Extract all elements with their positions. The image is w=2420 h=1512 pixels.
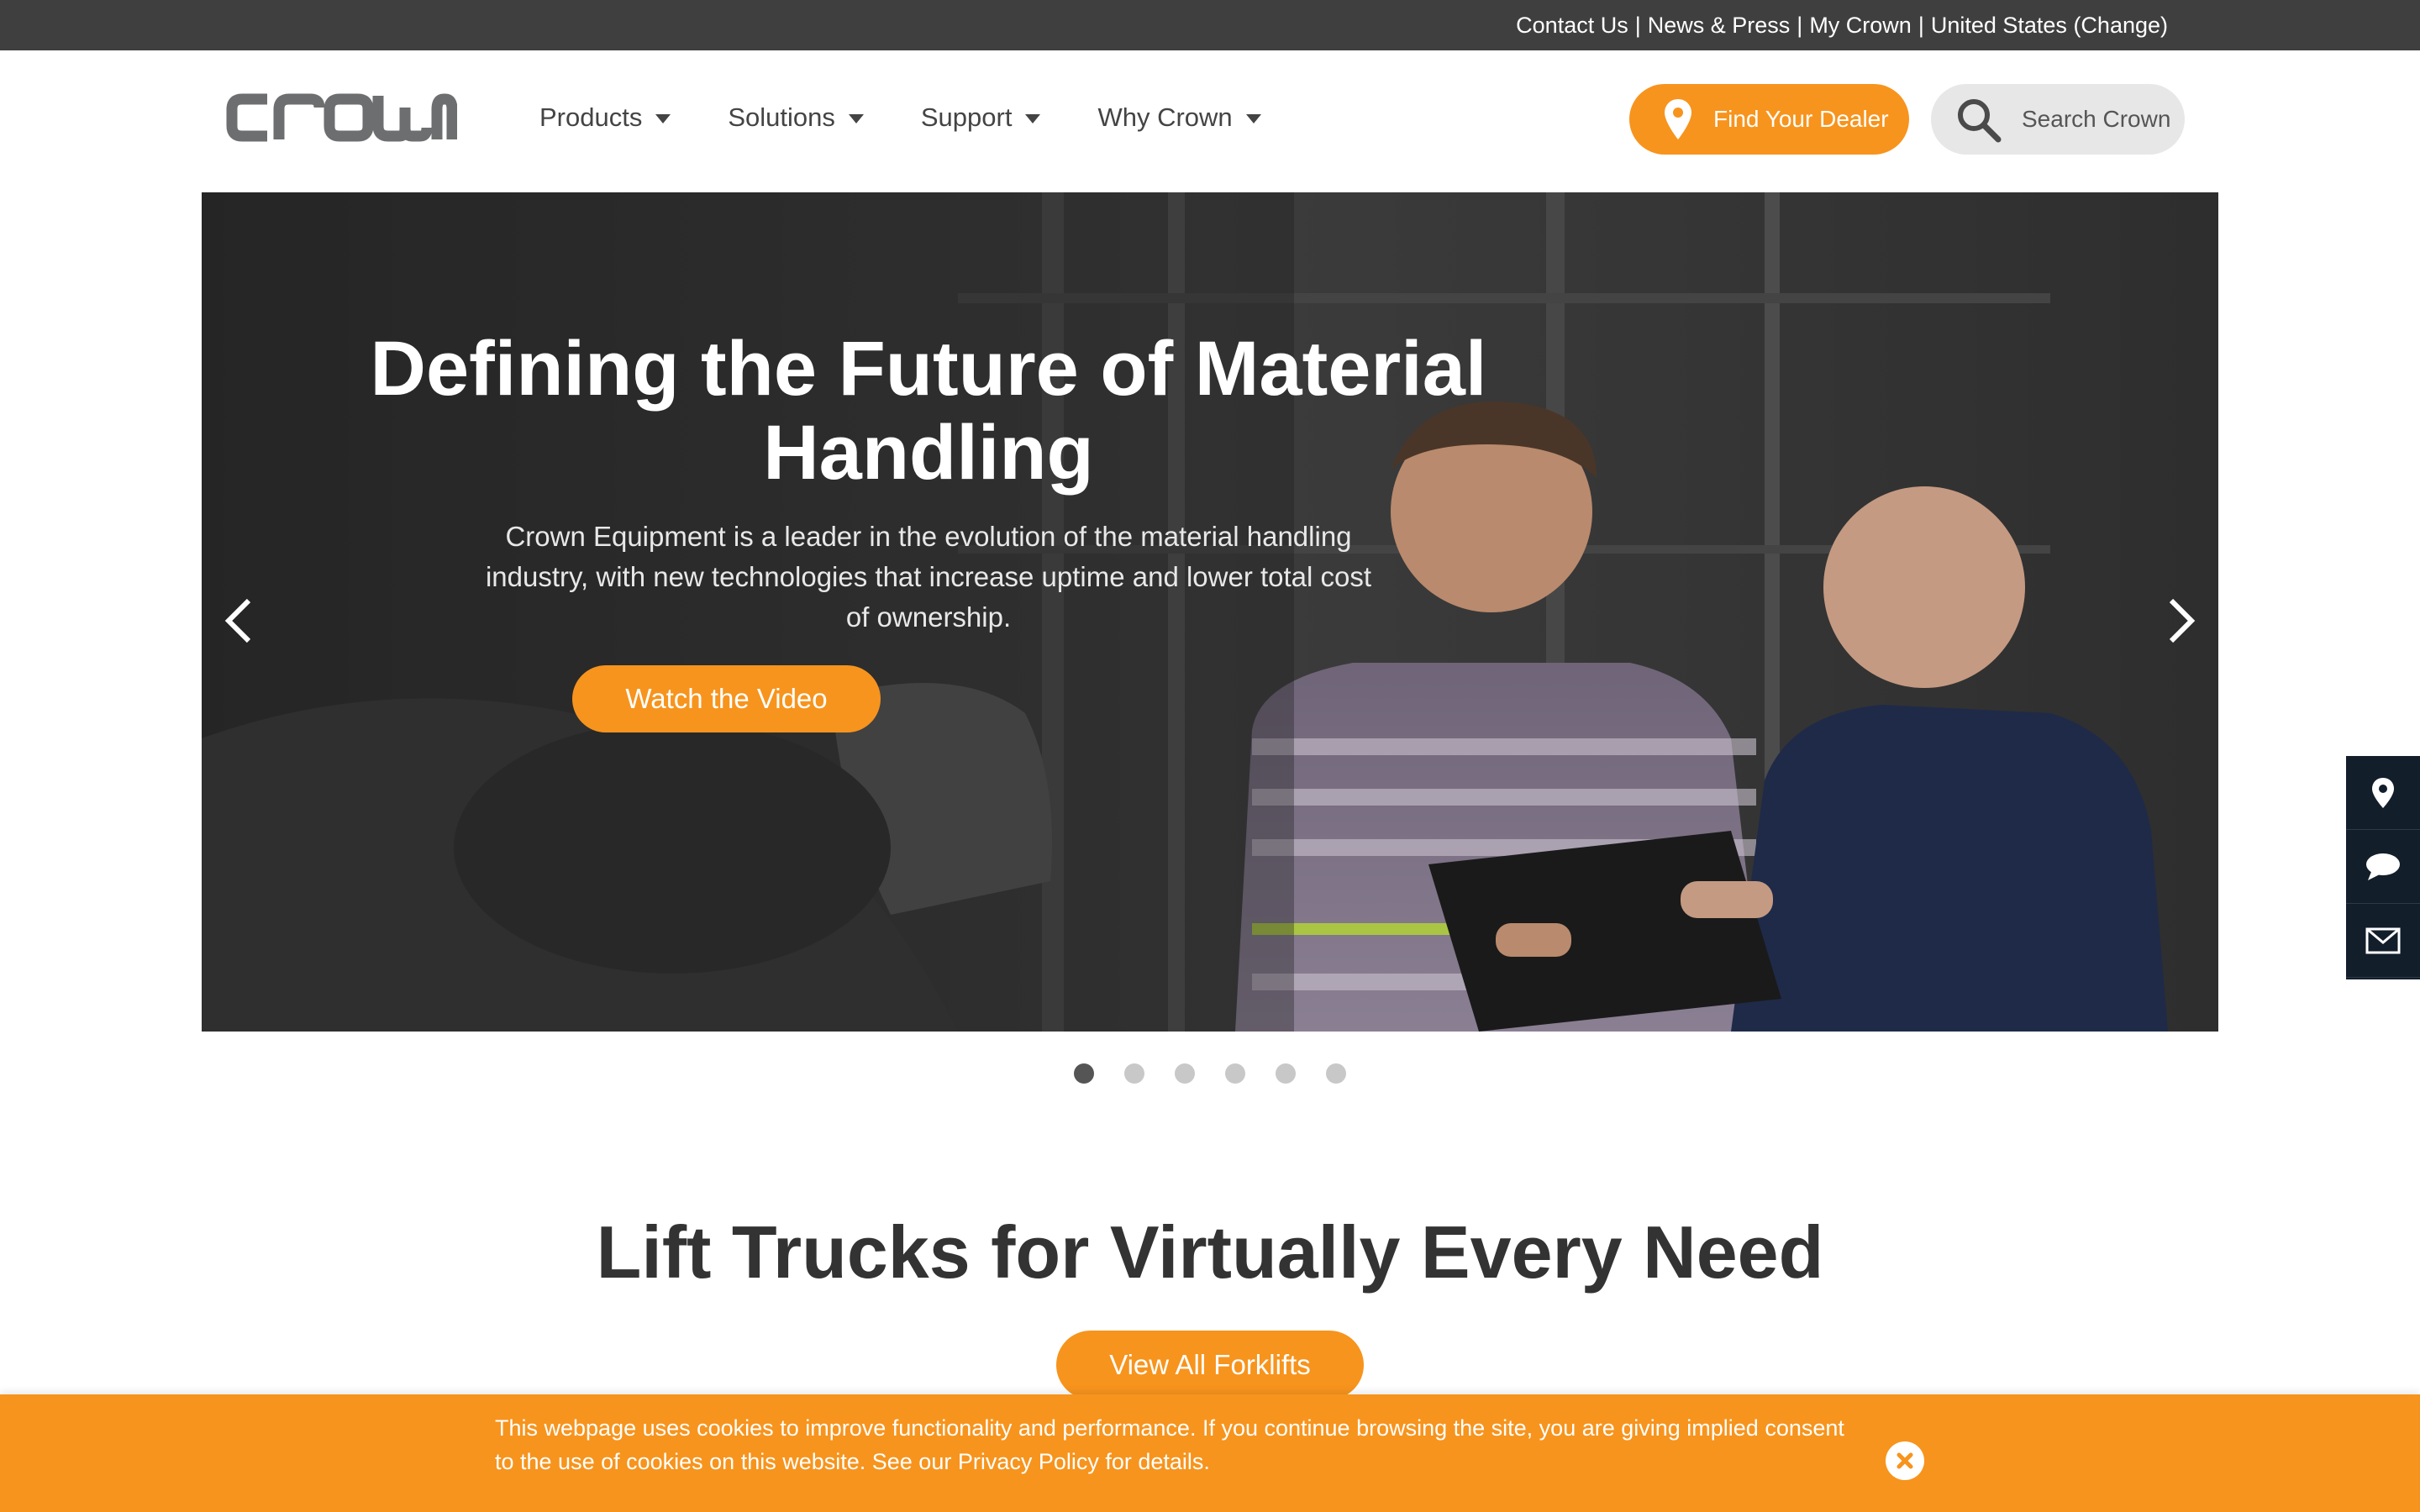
side-toolbar — [2346, 756, 2420, 979]
country-change-link[interactable]: United States (Change) — [1931, 13, 2168, 39]
cookie-message: This webpage uses cookies to improve fun… — [495, 1415, 1844, 1474]
nav-products-label: Products — [539, 102, 643, 132]
carousel-dot-4[interactable] — [1225, 1063, 1245, 1084]
close-icon — [1897, 1452, 1913, 1469]
nav-solutions-label: Solutions — [728, 102, 835, 132]
hero-description: Crown Equipment is a leader in the evolu… — [485, 521, 1372, 633]
search-button[interactable]: Search Crown — [1931, 84, 2185, 155]
carousel-next-arrow[interactable] — [2156, 587, 2207, 654]
nav-solutions[interactable]: Solutions — [728, 102, 864, 133]
carousel-dot-2[interactable] — [1124, 1063, 1144, 1084]
my-crown-link[interactable]: My Crown — [1809, 13, 1912, 39]
news-press-link[interactable]: News & Press — [1648, 13, 1791, 39]
caret-down-icon — [848, 114, 864, 123]
search-icon — [1954, 96, 2002, 143]
watch-video-button[interactable]: Watch the Video — [572, 665, 881, 732]
crown-logo[interactable] — [225, 87, 458, 148]
site-header: Products Solutions Support Why Crown Fin… — [0, 50, 2420, 193]
caret-down-icon — [1245, 114, 1261, 123]
side-location-button[interactable] — [2346, 756, 2420, 830]
envelope-icon — [2365, 927, 2401, 953]
utility-links: Contact Us | News & Press | My Crown | U… — [1516, 0, 2168, 50]
caret-down-icon — [655, 114, 671, 123]
hero-title: Defining the Future of Material Handling — [370, 326, 1487, 496]
main-nav: Products Solutions Support Why Crown — [539, 50, 1318, 185]
chevron-right-icon — [2169, 598, 2196, 643]
separator: | — [1918, 12, 1924, 38]
carousel-dot-3[interactable] — [1175, 1063, 1195, 1084]
chevron-left-icon — [224, 598, 251, 643]
section-title: Lift Trucks for Virtually Every Need — [596, 1210, 1824, 1294]
location-pin-icon — [2372, 777, 2394, 808]
cookie-banner: This webpage uses cookies to improve fun… — [0, 1394, 2420, 1512]
cookie-close-button[interactable] — [1886, 1441, 1924, 1480]
side-chat-button[interactable] — [2346, 830, 2420, 904]
carousel-prev-arrow[interactable] — [213, 587, 264, 654]
carousel-pagination — [1074, 1063, 1376, 1084]
hero-content: Defining the Future of Material Handling… — [252, 327, 1605, 638]
location-pin-icon — [1661, 97, 1695, 141]
find-dealer-label: Find Your Dealer — [1713, 106, 1889, 132]
nav-products[interactable]: Products — [539, 102, 671, 133]
nav-support[interactable]: Support — [921, 102, 1041, 133]
chat-bubble-icon — [2366, 853, 2400, 880]
carousel-dot-1[interactable] — [1074, 1063, 1094, 1084]
separator: | — [1634, 12, 1641, 38]
contact-us-link[interactable]: Contact Us — [1516, 13, 1628, 39]
side-email-button[interactable] — [2346, 904, 2420, 978]
find-dealer-button[interactable]: Find Your Dealer — [1629, 84, 1909, 155]
utility-bar: Contact Us | News & Press | My Crown | U… — [0, 0, 2420, 50]
nav-support-label: Support — [920, 102, 1013, 132]
carousel-dot-5[interactable] — [1276, 1063, 1296, 1084]
hero-carousel: Defining the Future of Material Handling… — [202, 192, 2218, 1032]
caret-down-icon — [1025, 114, 1041, 123]
nav-why-crown-label: Why Crown — [1097, 102, 1233, 132]
nav-why-crown[interactable]: Why Crown — [1097, 102, 1261, 133]
view-all-forklifts-button[interactable]: View All Forklifts — [1056, 1331, 1364, 1399]
separator: | — [1797, 12, 1803, 38]
search-label: Search Crown — [2022, 106, 2171, 132]
carousel-dot-6[interactable] — [1326, 1063, 1346, 1084]
crown-logo-mark — [226, 93, 458, 142]
